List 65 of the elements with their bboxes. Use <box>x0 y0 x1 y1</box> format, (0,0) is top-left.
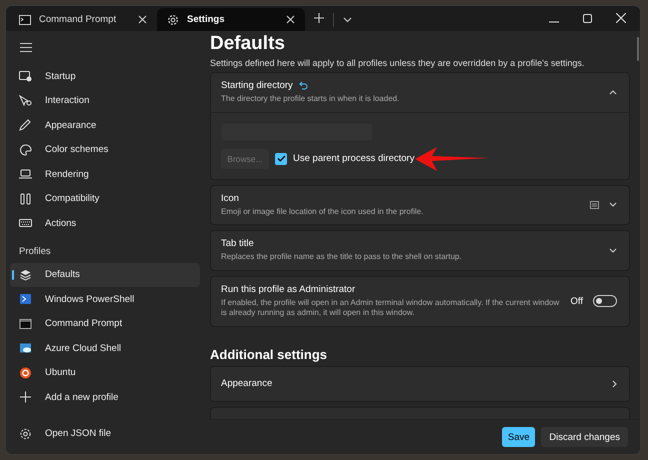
layers-icon <box>19 268 32 281</box>
setting-description: The directory the profile starts in when it is loaded. <box>221 94 400 104</box>
new-tab-icon[interactable] <box>314 13 324 23</box>
sidebar-item[interactable]: Interaction <box>10 88 200 113</box>
profile-item[interactable]: Windows PowerShell <box>10 287 200 312</box>
terminal-icon <box>19 14 31 24</box>
close-tab-icon[interactable] <box>286 15 295 24</box>
keyboard-icon <box>19 217 32 230</box>
toggle-state: Off <box>570 296 583 306</box>
toggle-switch[interactable] <box>593 295 617 307</box>
profile-item[interactable]: Defaults <box>10 262 200 287</box>
plus-icon <box>19 391 32 404</box>
navigation-card[interactable]: Appearance <box>210 366 630 402</box>
ubuntu-icon <box>19 366 32 379</box>
setting-description: Emoji or image file location of the icon used in the profile. <box>221 206 424 217</box>
palette-icon <box>19 144 32 156</box>
pen-icon <box>19 119 32 132</box>
laptop-icon <box>19 168 32 180</box>
section-title: Additional settings <box>210 346 328 362</box>
startup-icon <box>19 70 32 82</box>
tab[interactable]: Command Prompt <box>9 8 157 31</box>
profile-item[interactable]: Azure Cloud Shell <box>10 336 200 360</box>
maximize-icon[interactable] <box>583 14 592 23</box>
sidebar-item[interactable]: Color schemes <box>10 138 200 162</box>
settings-icon <box>167 14 179 26</box>
page-title: Defaults <box>210 32 286 55</box>
save-button[interactable]: Save <box>502 427 536 447</box>
setting-title: Starting directory <box>221 80 293 91</box>
menu-icon[interactable] <box>20 43 32 52</box>
setting-title: Run this profile as Administrator <box>221 284 356 294</box>
interaction-icon <box>19 94 32 107</box>
setting-title: Icon <box>221 192 239 204</box>
chevron-down-icon[interactable] <box>609 248 617 253</box>
chevron-down-icon[interactable] <box>609 202 617 208</box>
open-json-link[interactable]: Open JSON file <box>10 422 200 446</box>
cloud-icon <box>19 342 32 354</box>
chevron-up-icon[interactable] <box>609 90 617 95</box>
sidebar-item[interactable]: Appearance <box>10 113 200 138</box>
setting-description: If enabled, the profile will open in an Admin terminal window automatically. If the current window is already running as admin, it will open in this window. <box>221 298 560 318</box>
page-description: Settings defined here will apply to all profiles unless they are overridden by a profile's settings. <box>210 58 586 68</box>
sidebar-item[interactable]: Actions <box>10 211 200 236</box>
chevron-right-icon <box>612 380 617 388</box>
dropdown-icon[interactable] <box>343 17 352 23</box>
discard-button[interactable]: Discard changes <box>541 427 628 447</box>
tab[interactable]: Settings <box>157 8 305 31</box>
image-icon <box>590 200 599 209</box>
checkbox[interactable] <box>275 152 287 164</box>
profile-item[interactable]: Ubuntu <box>10 360 200 385</box>
tools-icon <box>19 192 32 205</box>
section-header: Profiles <box>18 244 52 258</box>
setting-title: Tab title <box>221 238 254 249</box>
setting-description: Replaces the profile name as the title to pass to the shell on startup. <box>221 252 463 262</box>
profile-item[interactable]: Add a new profile <box>10 385 200 410</box>
sidebar-item[interactable]: Startup <box>10 64 200 88</box>
terminal-icon <box>19 318 32 330</box>
profile-item[interactable]: Command Prompt <box>10 312 200 336</box>
close-tab-icon[interactable] <box>138 15 147 24</box>
sidebar-item[interactable]: Rendering <box>10 162 200 186</box>
minimize-icon[interactable] <box>549 21 559 23</box>
sidebar-item[interactable]: Compatibility <box>10 186 200 211</box>
settings-icon <box>19 428 32 440</box>
powershell-icon <box>19 293 32 306</box>
close-icon[interactable] <box>616 13 626 23</box>
checkbox-label: Use parent process directory <box>293 153 414 164</box>
reset-icon[interactable] <box>298 81 308 90</box>
